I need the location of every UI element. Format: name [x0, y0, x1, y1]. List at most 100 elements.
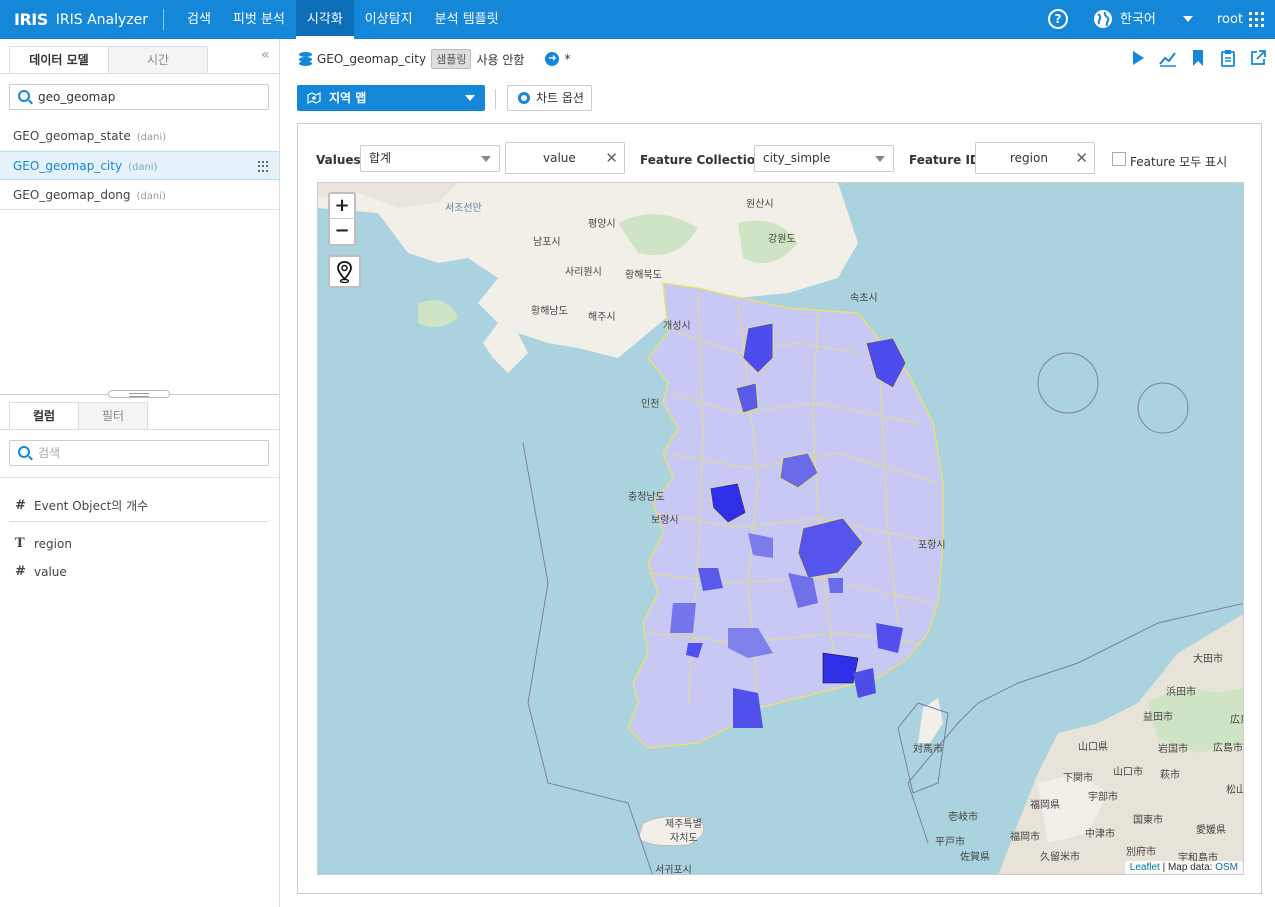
clipboard-icon[interactable] [1219, 49, 1237, 67]
chevron-down-icon[interactable] [1183, 16, 1193, 22]
map-label: 平戸市 [935, 837, 965, 848]
panel-splitter[interactable] [108, 390, 170, 398]
map-label: 山口市 [1113, 767, 1143, 778]
feature-collection-select[interactable]: city_simple [754, 145, 894, 172]
model-owner: (dani) [128, 162, 158, 173]
model-title[interactable]: GEO_geomap_city [317, 52, 426, 66]
map-attribution: Leaflet | Map data: OSM [1124, 861, 1243, 874]
column-search-input[interactable] [38, 444, 263, 462]
tab-time[interactable]: 시간 [108, 46, 208, 74]
column-name: value [34, 564, 67, 579]
column-tabs: 컬럼 필터 [9, 402, 148, 430]
show-all-features-label[interactable]: Feature 모두 표시 [1130, 153, 1227, 170]
map-tiles [318, 183, 1243, 874]
column-region[interactable]: T region [15, 536, 72, 551]
map-label: 자치도 [670, 833, 698, 844]
map-label: 황해남도 [531, 306, 568, 317]
nav-search[interactable]: 검색 [176, 0, 222, 39]
tab-data-model[interactable]: 데이터 모델 [9, 46, 109, 74]
column-name: region [34, 536, 72, 551]
map-label: 下関市 [1063, 773, 1093, 784]
model-item-dong[interactable]: GEO_geomap_dong (dani) [0, 181, 279, 210]
main-area: GEO_geomap_city 샘플링 사용 안함 ➜ * 지역 맵 차트 옵션… [281, 39, 1275, 907]
map-label: 포항시 [918, 540, 946, 551]
values-agg-value: 합계 [369, 151, 392, 165]
map-label: 황해북도 [625, 270, 662, 281]
map-label: 사리원시 [565, 267, 602, 278]
brand[interactable]: IRIS IRIS Analyzer [14, 0, 148, 39]
map-label: 壱岐市 [948, 812, 978, 823]
map-label: 中津市 [1085, 829, 1115, 840]
chart-type-dropdown[interactable]: 지역 맵 [297, 85, 485, 111]
feature-id-label: Feature ID [909, 153, 980, 167]
feature-id-value: region [1010, 151, 1048, 165]
left-panel: 데이터 모델 시간 « GEO_geomap_state (dani) GEO_g… [0, 39, 280, 907]
user-menu[interactable]: root [1217, 0, 1243, 39]
model-item-city[interactable]: GEO_geomap_city (dani) [0, 151, 279, 180]
chevron-down-icon [465, 95, 475, 101]
apps-grid-icon[interactable] [1249, 12, 1264, 27]
globe-icon[interactable] [1093, 9, 1113, 29]
column-divider [9, 521, 268, 522]
map-label: 서귀포시 [655, 865, 692, 875]
line-chart-icon[interactable] [1159, 49, 1177, 67]
map-label: 해주시 [588, 312, 616, 323]
chart-options-button[interactable]: 차트 옵션 [507, 85, 592, 111]
number-type-icon: # [15, 498, 26, 513]
values-field-value: value [543, 151, 576, 165]
close-icon[interactable]: ✕ [605, 143, 618, 173]
zoom-out-button[interactable]: − [330, 219, 354, 244]
chart-options-label: 차트 옵션 [536, 91, 584, 105]
nav-pivot[interactable]: 피벗 분석 [222, 0, 296, 39]
tab-filters[interactable]: 필터 [78, 402, 148, 430]
list-divider [0, 209, 279, 210]
language-selector[interactable]: 한국어 [1120, 0, 1156, 39]
modified-mark: * [564, 52, 571, 66]
play-icon[interactable] [1129, 49, 1147, 67]
map-label: 서조선만 [445, 203, 482, 214]
search-divider [0, 477, 279, 478]
attribution-sep: | Map data: [1159, 862, 1216, 873]
model-name: GEO_geomap_city [13, 159, 123, 173]
tab-columns[interactable]: 컬럼 [9, 402, 79, 430]
map-label: 大田市 [1193, 654, 1223, 665]
osm-link[interactable]: OSM [1215, 862, 1238, 873]
model-search[interactable] [9, 84, 269, 110]
collapse-panel-icon[interactable]: « [261, 47, 270, 63]
breadcrumb: GEO_geomap_city 샘플링 사용 안함 ➜ * [299, 49, 570, 69]
values-agg-select[interactable]: 합계 [360, 145, 500, 172]
map-chart-icon [307, 92, 321, 104]
nav-templates[interactable]: 분석 템플릿 [424, 0, 510, 39]
tab-divider [0, 73, 279, 74]
export-icon[interactable] [1249, 49, 1267, 67]
chevron-down-icon [875, 156, 885, 162]
feature-id-tag[interactable]: region ✕ [975, 142, 1095, 174]
search-icon [18, 446, 30, 458]
nav-visualization[interactable]: 시각화 [295, 0, 354, 39]
locate-button[interactable] [328, 255, 361, 288]
map-canvas[interactable]: + − 서조선만 평양시 원산시 남포시 강원도 사리원시 황해북도 황해남도 … [317, 182, 1244, 875]
column-search[interactable] [9, 440, 269, 466]
drag-handle-icon[interactable] [258, 161, 270, 172]
map-label: 広島市 [1213, 743, 1243, 754]
zoom-in-button[interactable]: + [330, 194, 354, 219]
show-all-features-checkbox[interactable] [1112, 152, 1126, 166]
arrow-right-icon[interactable]: ➜ [545, 52, 560, 66]
sampling-badge[interactable]: 샘플링 [431, 49, 472, 69]
nav-anomaly[interactable]: 이상탐지 [354, 0, 424, 39]
model-search-input[interactable] [38, 88, 263, 106]
column-value[interactable]: # value [15, 564, 67, 579]
close-icon[interactable]: ✕ [1075, 143, 1088, 173]
help-icon[interactable]: ? [1048, 9, 1068, 29]
map-label: 개성시 [663, 321, 691, 332]
values-field-tag[interactable]: value ✕ [505, 142, 625, 174]
column-event-count[interactable]: # Event Object의 개수 [15, 497, 148, 514]
map-label: 浜田市 [1166, 687, 1196, 698]
search-icon [18, 90, 30, 102]
map-label: 원산시 [746, 199, 774, 210]
bookmark-icon[interactable] [1189, 49, 1207, 67]
leaflet-link[interactable]: Leaflet [1130, 862, 1160, 873]
model-item-state[interactable]: GEO_geomap_state (dani) [0, 122, 279, 151]
model-owner: (dani) [136, 132, 167, 143]
main-nav: 검색 피벗 분석 시각화 이상탐지 분석 템플릿 [176, 0, 510, 39]
